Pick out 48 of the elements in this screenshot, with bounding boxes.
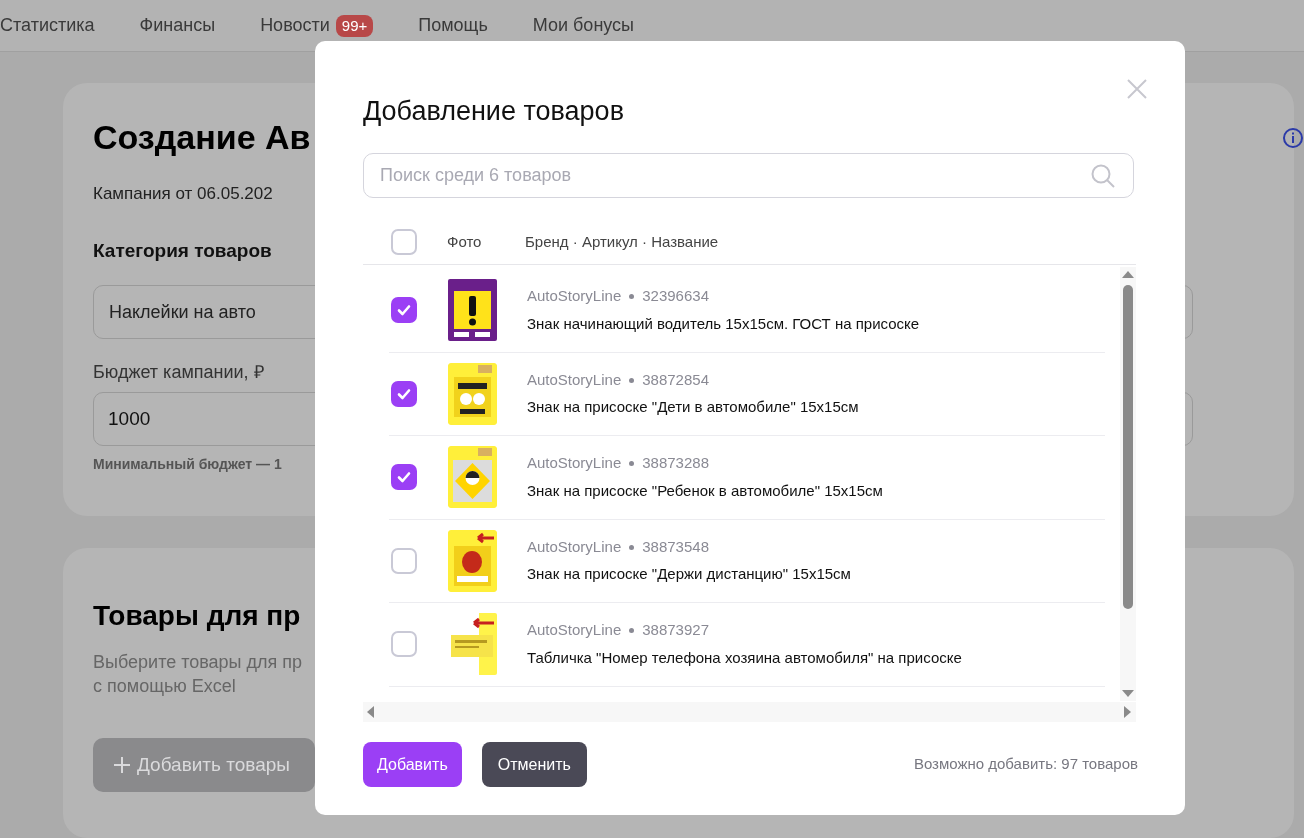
nav-link[interactable]: Новости (260, 12, 330, 39)
product-name: Табличка "Номер телефона хозяина автомобиля" на присоске (527, 647, 962, 668)
brand-text: AutoStoryLine (527, 286, 622, 307)
checkbox[interactable] (391, 464, 417, 491)
checkbox[interactable] (391, 547, 417, 574)
brand-text: AutoStoryLine (527, 536, 622, 557)
description-text: с помощью Excel (93, 675, 236, 698)
nav-link[interactable]: Помощь (418, 12, 488, 39)
scrollbar[interactable] (363, 702, 1136, 722)
brand-text: AutoStoryLine (527, 453, 622, 474)
section-title: Товары для пр (93, 599, 301, 633)
brand-text: AutoStoryLine (527, 369, 622, 390)
search-field[interactable]: Поиск среди 6 товаров (363, 153, 1134, 198)
field-label: Бюджет кампании, ₽ (93, 361, 264, 384)
cancel-button[interactable]: Отменить (481, 742, 587, 787)
search-icon (1090, 163, 1116, 189)
section-label: Категория товаров (93, 238, 272, 263)
nav-link[interactable]: Статистика (0, 12, 95, 39)
info-icon (1282, 127, 1304, 149)
scrollbar[interactable] (1120, 267, 1136, 701)
limit-text: Возможно добавить: 97 товаров (913, 754, 1138, 775)
product-name: Знак на присоске "Ребенок в автомобиле" 15х15см (527, 480, 883, 501)
article-number: 38872854 (642, 369, 709, 390)
article-number: 38873927 (642, 620, 709, 641)
article-number: 38873548 (642, 536, 709, 557)
article-number: 32396634 (642, 286, 709, 307)
checkbox[interactable] (391, 297, 417, 324)
checkbox[interactable] (391, 631, 417, 658)
close-icon[interactable] (1126, 78, 1148, 100)
product-name: Знак на присоске "Держи дистанцию" 15х15см (527, 564, 851, 585)
add-button[interactable]: Добавить (363, 742, 462, 787)
column-header: Фото (447, 231, 483, 252)
column-header: Бренд · Артикул · Название (525, 231, 719, 252)
page-title: Создание Ав (93, 117, 311, 157)
product-name: Знак на присоске "Дети в автомобиле" 15х15см (527, 397, 859, 418)
campaign-date: Кампания от 06.05.202 (93, 183, 273, 205)
article-number: 38873288 (642, 453, 709, 474)
plus-icon (113, 756, 131, 774)
field-hint: Минимальный бюджет — 1 (93, 455, 282, 474)
notification-badge: 99+ (335, 14, 374, 37)
nav-link[interactable]: Мои бонусы (532, 12, 635, 39)
product-name: Знак начинающий водитель 15х15см. ГОСТ на присоске (527, 313, 920, 334)
brand-text: AutoStoryLine (527, 620, 622, 641)
description-text: Выберите товары для пр (93, 651, 303, 674)
checkbox[interactable] (391, 229, 417, 255)
nav-link[interactable]: Финансы (139, 12, 216, 39)
checkbox[interactable] (391, 380, 417, 407)
dialog-title: Добавление товаров (363, 95, 625, 128)
